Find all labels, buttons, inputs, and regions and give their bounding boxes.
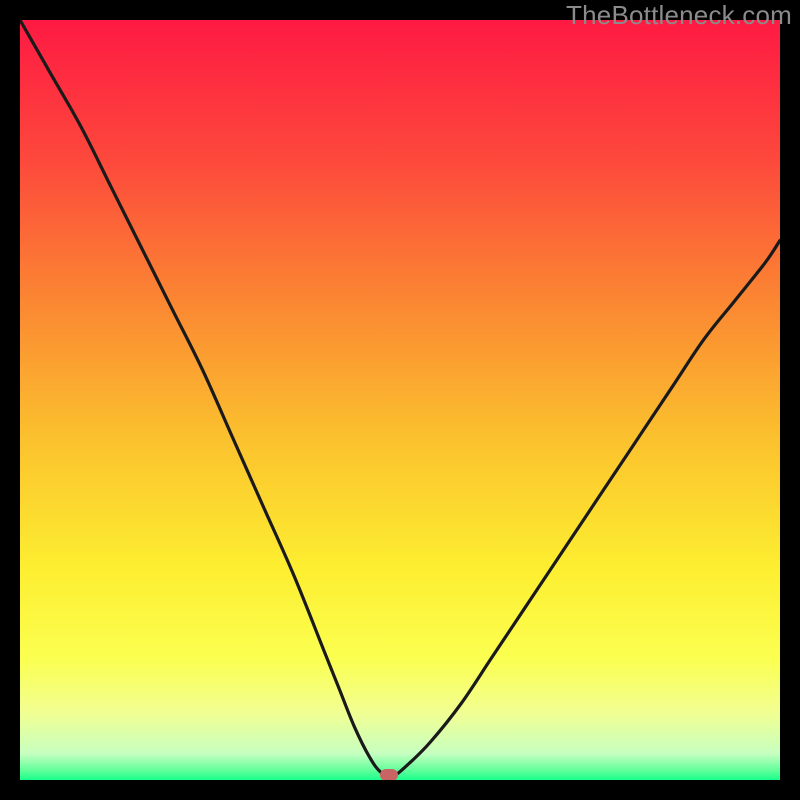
optimal-marker xyxy=(380,769,398,780)
watermark: TheBottleneck.com xyxy=(566,0,792,31)
bottleneck-curve xyxy=(20,20,780,780)
plot-area xyxy=(20,20,780,780)
